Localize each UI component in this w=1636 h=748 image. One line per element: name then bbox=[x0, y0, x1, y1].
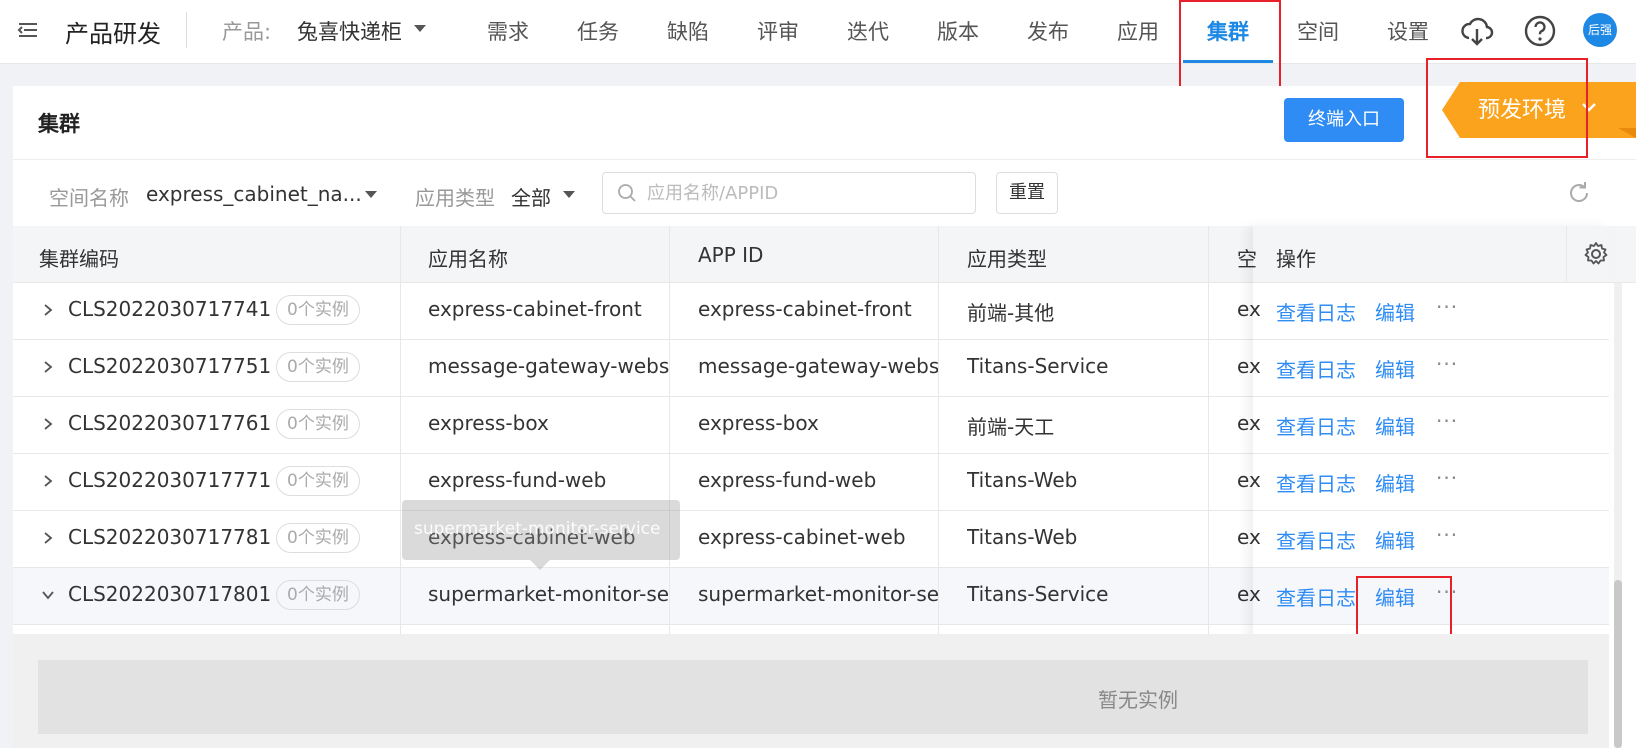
cluster-code: CLS2022030717741 bbox=[68, 297, 272, 321]
instance-count-badge: 0个实例 bbox=[276, 409, 360, 439]
column-divider bbox=[669, 226, 670, 634]
highlight-box-edit bbox=[1356, 576, 1452, 639]
chevron-right-icon[interactable] bbox=[41, 360, 55, 374]
app-id: express-cabinet-web bbox=[698, 525, 906, 549]
search-box[interactable] bbox=[602, 172, 976, 214]
page-title: 集群 bbox=[38, 112, 80, 136]
space-filter-select[interactable]: express_cabinet_na... bbox=[146, 182, 362, 206]
tooltip-text: supermarket-monitor-service bbox=[414, 519, 661, 539]
nav-releases[interactable]: 发布 bbox=[1027, 16, 1069, 46]
chevron-right-icon[interactable] bbox=[41, 474, 55, 488]
nav-applications[interactable]: 应用 bbox=[1117, 16, 1159, 46]
product-selector[interactable]: 兔喜快递柜 bbox=[297, 16, 402, 46]
header-divider bbox=[13, 159, 1636, 160]
chevron-right-icon[interactable] bbox=[41, 531, 55, 545]
cluster-code: CLS2022030717801 bbox=[68, 582, 272, 606]
download-cloud-icon[interactable] bbox=[1460, 14, 1494, 48]
column-divider bbox=[1208, 226, 1209, 634]
column-divider bbox=[400, 226, 401, 634]
brand-title: 产品研发 bbox=[65, 20, 161, 48]
app-name: express-box bbox=[428, 411, 549, 435]
app-type: Titans-Web bbox=[967, 468, 1078, 492]
menu-collapse-icon[interactable] bbox=[16, 18, 40, 42]
instance-count-badge: 0个实例 bbox=[276, 466, 360, 496]
cluster-code: CLS2022030717771 bbox=[68, 468, 272, 492]
column-header-app-type: 应用类型 bbox=[967, 247, 1047, 271]
app-name: express-fund-web bbox=[428, 468, 607, 492]
highlight-box-env-selector bbox=[1426, 58, 1588, 158]
brand-divider bbox=[186, 12, 187, 48]
column-header-app-id: APP ID bbox=[698, 243, 764, 267]
tooltip-arrow bbox=[530, 560, 550, 570]
app-id: express-fund-web bbox=[698, 468, 877, 492]
product-label: 产品: bbox=[222, 20, 272, 44]
type-filter-select[interactable]: 全部 bbox=[511, 182, 551, 211]
app-type: 前端-天工 bbox=[967, 415, 1055, 439]
app-type: 前端-其他 bbox=[967, 301, 1055, 325]
app-id: express-box bbox=[698, 411, 819, 435]
column-header-cluster-code: 集群编码 bbox=[39, 247, 119, 271]
instance-count-badge: 0个实例 bbox=[276, 523, 360, 553]
nav-reviews[interactable]: 评审 bbox=[757, 16, 799, 46]
instance-count-badge: 0个实例 bbox=[276, 580, 360, 610]
caret-down-icon[interactable] bbox=[365, 191, 377, 198]
app-id: message-gateway-webs bbox=[698, 354, 940, 378]
highlight-box-clusters-tab bbox=[1179, 0, 1281, 92]
app-name: supermarket-monitor-se bbox=[428, 582, 670, 606]
empty-instances-text: 暂无实例 bbox=[1098, 688, 1178, 712]
nav-versions[interactable]: 版本 bbox=[937, 16, 979, 46]
type-filter-label: 应用类型 bbox=[415, 186, 495, 210]
app-name: express-cabinet-front bbox=[428, 297, 642, 321]
app-type: Titans-Service bbox=[967, 354, 1109, 378]
reset-button[interactable]: 重置 bbox=[996, 172, 1058, 214]
nav-bugs[interactable]: 缺陷 bbox=[667, 16, 709, 46]
instance-count-badge: 0个实例 bbox=[276, 295, 360, 325]
nav-spaces[interactable]: 空间 bbox=[1297, 16, 1339, 46]
cluster-code: CLS2022030717761 bbox=[68, 411, 272, 435]
terminal-entry-button[interactable]: 终端入口 bbox=[1284, 98, 1404, 142]
chevron-right-icon[interactable] bbox=[41, 303, 55, 317]
nav-tasks[interactable]: 任务 bbox=[577, 16, 619, 46]
chevron-right-icon[interactable] bbox=[41, 417, 55, 431]
help-icon[interactable] bbox=[1523, 14, 1557, 48]
instance-count-badge: 0个实例 bbox=[276, 352, 360, 382]
search-icon bbox=[618, 184, 636, 202]
app-id: express-cabinet-front bbox=[698, 297, 912, 321]
nav-requirements[interactable]: 需求 bbox=[487, 16, 529, 46]
space-filter-label: 空间名称 bbox=[49, 186, 129, 210]
app-id: supermarket-monitor-se bbox=[698, 582, 940, 606]
nav-settings[interactable]: 设置 bbox=[1387, 16, 1429, 46]
chevron-down-icon[interactable] bbox=[41, 588, 55, 602]
nav-iterations[interactable]: 迭代 bbox=[847, 16, 889, 46]
app-type: Titans-Service bbox=[967, 582, 1109, 606]
vertical-scrollbar-thumb[interactable] bbox=[1614, 580, 1622, 748]
empty-instances-box bbox=[38, 660, 1588, 734]
search-input[interactable] bbox=[647, 181, 957, 205]
refresh-icon[interactable] bbox=[1566, 180, 1592, 206]
app-type: Titans-Web bbox=[967, 525, 1078, 549]
cluster-code: CLS2022030717751 bbox=[68, 354, 272, 378]
user-avatar[interactable]: 后强 bbox=[1583, 13, 1617, 47]
caret-down-icon[interactable] bbox=[414, 25, 426, 32]
cluster-code: CLS2022030717781 bbox=[68, 525, 272, 549]
column-divider bbox=[938, 226, 939, 634]
app-name: message-gateway-webs bbox=[428, 354, 670, 378]
caret-down-icon[interactable] bbox=[563, 191, 575, 198]
column-header-app-name: 应用名称 bbox=[428, 247, 508, 271]
